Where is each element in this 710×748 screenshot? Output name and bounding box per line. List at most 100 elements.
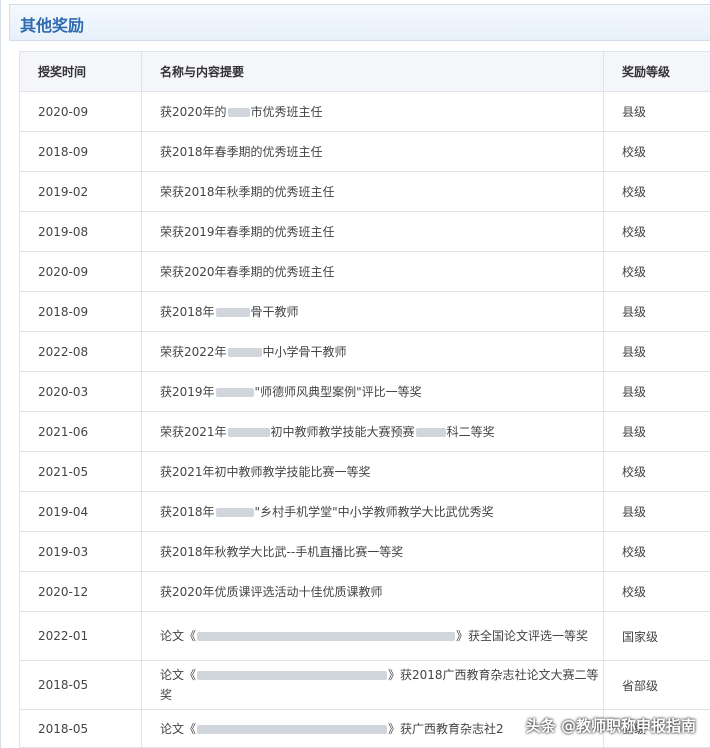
award-name-text: 荣获2020年春季期的优秀班主任: [160, 264, 335, 279]
award-name-text: "乡村手机学堂"中小学教师教学大比武优秀奖: [254, 504, 494, 519]
award-level: 省部级: [603, 660, 710, 710]
award-level: 县级: [603, 411, 710, 452]
award-level: 校级: [603, 211, 710, 252]
redacted-text: [415, 427, 446, 437]
panel-title: 其他奖励: [20, 16, 85, 35]
award-date: 2019-02: [19, 171, 142, 212]
award-name: 荣获2018年秋季期的优秀班主任: [141, 171, 604, 212]
redacted-text: [197, 724, 388, 734]
award-name: 获2020年的 市优秀班主任: [141, 91, 604, 132]
award-name-text: 》获广西教育杂志社2: [388, 721, 504, 736]
award-name-text: 获2020年的: [160, 104, 227, 119]
award-date: 2022-01: [19, 611, 142, 661]
award-name-text: 荣获2022年: [160, 344, 227, 359]
award-name-text: 获2018年: [160, 504, 215, 519]
award-level: 县级: [603, 331, 710, 372]
award-level: 县级: [603, 491, 710, 532]
header-date[interactable]: 授奖时间: [19, 51, 142, 92]
award-date: 2019-08: [19, 211, 142, 252]
award-date: 2021-05: [19, 451, 142, 492]
award-level: 校级: [603, 451, 710, 492]
award-name-text: 市优秀班主任: [250, 104, 323, 119]
table-row[interactable]: 2019-03 获2018年秋教学大比武--手机直播比赛一等奖 校级: [19, 531, 710, 572]
table-row[interactable]: 2022-08 荣获2022年 中小学骨干教师 县级: [19, 331, 710, 372]
award-name-text: 论文《: [160, 629, 197, 643]
table-row[interactable]: 2020-03 获2019年 "师德师风典型案例"评比一等奖 县级: [19, 371, 710, 412]
header-level[interactable]: 奖励等级: [603, 51, 710, 92]
award-date: 2018-09: [19, 131, 142, 172]
award-name: 荣获2020年春季期的优秀班主任: [141, 251, 604, 292]
award-date: 2020-03: [19, 371, 142, 412]
award-name: 获2018年 骨干教师: [141, 291, 604, 332]
award-level: 国家级: [603, 611, 710, 661]
table-row[interactable]: 2018-05 论文《 》获2018广西教育杂志社论文大赛二等奖 省部级: [19, 660, 710, 710]
award-level: 校级: [603, 531, 710, 572]
award-name-text: 论文《: [160, 721, 197, 736]
award-name: 荣获2022年 中小学骨干教师: [141, 331, 604, 372]
award-name: 获2018年春季期的优秀班主任: [141, 131, 604, 172]
award-name-text: 获2018年: [160, 304, 215, 319]
redacted-text: [227, 107, 250, 117]
award-name-text: 科二等奖: [446, 424, 495, 439]
award-name: 获2018年秋教学大比武--手机直播比赛一等奖: [141, 531, 604, 572]
award-name: 荣获2019年春季期的优秀班主任: [141, 211, 604, 252]
award-level: 县级: [603, 371, 710, 412]
award-level: 校级: [603, 251, 710, 292]
award-name-text: 》获全国论文评选一等奖: [456, 629, 589, 643]
award-name: 论文《 》获全国论文评选一等奖: [141, 611, 604, 661]
award-name-text: 获2018年春季期的优秀班主任: [160, 144, 323, 159]
award-date: 2019-04: [19, 491, 142, 532]
award-name-text: 初中教师教学技能大赛预赛: [270, 424, 415, 439]
award-name: 获2018年 "乡村手机学堂"中小学教师教学大比武优秀奖: [141, 491, 604, 532]
award-name-text: 荣获2021年: [160, 424, 227, 439]
award-level: 县级: [603, 91, 710, 132]
award-name-text: 荣获2019年春季期的优秀班主任: [160, 224, 335, 239]
table-row[interactable]: 2021-06 荣获2021年 初中教师教学技能大赛预赛 科二等奖 县级: [19, 411, 710, 452]
award-level: 县级: [603, 291, 710, 332]
award-level: 校级: [603, 171, 710, 212]
table-row[interactable]: 2019-02 荣获2018年秋季期的优秀班主任 校级: [19, 171, 710, 212]
table-row[interactable]: 2020-09 获2020年的 市优秀班主任 县级: [19, 91, 710, 132]
award-name-text: 获2021年初中教师教学技能比赛一等奖: [160, 464, 371, 479]
table-header-row: 授奖时间 名称与内容提要 奖励等级: [19, 51, 710, 92]
redacted-text: [215, 387, 254, 397]
table-row[interactable]: 2019-04 获2018年 "乡村手机学堂"中小学教师教学大比武优秀奖 县级: [19, 491, 710, 532]
award-name: 荣获2021年 初中教师教学技能大赛预赛 科二等奖: [141, 411, 604, 452]
table-row[interactable]: 2020-09 荣获2020年春季期的优秀班主任 校级: [19, 251, 710, 292]
award-date: 2020-12: [19, 571, 142, 612]
award-date: 2020-09: [19, 251, 142, 292]
award-name: 获2020年优质课评选活动十佳优质课教师: [141, 571, 604, 612]
redacted-text: [197, 632, 456, 641]
award-date: 2018-09: [19, 291, 142, 332]
table-row[interactable]: 2018-09 获2018年 骨干教师 县级: [19, 291, 710, 332]
redacted-text: [215, 507, 254, 517]
table-row[interactable]: 2018-09 获2018年春季期的优秀班主任 校级: [19, 131, 710, 172]
redacted-text: [197, 671, 388, 680]
panel-header: 其他奖励: [9, 4, 710, 41]
award-date: 2019-03: [19, 531, 142, 572]
award-name-text: "师德师风典型案例"评比一等奖: [254, 384, 422, 399]
redacted-text: [227, 427, 270, 437]
award-name-text: 获2019年: [160, 384, 215, 399]
other-awards-panel: 其他奖励 授奖时间 名称与内容提要 奖励等级 2020-09 获2020年的 市优秀…: [0, 0, 710, 748]
table-row[interactable]: 2021-05 获2021年初中教师教学技能比赛一等奖 校级: [19, 451, 710, 492]
award-name: 获2019年 "师德师风典型案例"评比一等奖: [141, 371, 604, 412]
award-name: 论文《 》获2018广西教育杂志社论文大赛二等奖: [141, 660, 604, 710]
table-row[interactable]: 2019-08 荣获2019年春季期的优秀班主任 校级: [19, 211, 710, 252]
award-name-text: 荣获2018年秋季期的优秀班主任: [160, 184, 335, 199]
table-body: 2020-09 获2020年的 市优秀班主任 县级 2018-09 获2018年春季期的优…: [19, 91, 710, 748]
award-level: 校级: [603, 571, 710, 612]
award-date: 2018-05: [19, 709, 142, 748]
award-name-text: 中小学骨干教师: [262, 344, 347, 359]
table-row[interactable]: 2020-12 获2020年优质课评选活动十佳优质课教师 校级: [19, 571, 710, 612]
header-name[interactable]: 名称与内容提要: [141, 51, 604, 92]
award-date: 2021-06: [19, 411, 142, 452]
award-name-text: 骨干教师: [250, 304, 299, 319]
award-name-text: 论文《: [160, 668, 197, 682]
watermark: 头条 @教师职称申报指南: [525, 717, 696, 735]
award-date: 2018-05: [19, 660, 142, 710]
award-name: 获2021年初中教师教学技能比赛一等奖: [141, 451, 604, 492]
table-row[interactable]: 2022-01 论文《 》获全国论文评选一等奖 国家级: [19, 611, 710, 661]
award-date: 2022-08: [19, 331, 142, 372]
awards-table: 授奖时间 名称与内容提要 奖励等级 2020-09 获2020年的 市优秀班主任 县级…: [19, 51, 710, 748]
